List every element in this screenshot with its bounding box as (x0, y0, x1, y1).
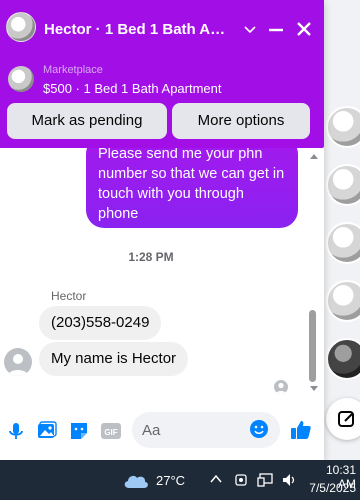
chat-head[interactable] (326, 338, 360, 380)
listing-kind: Marketplace (43, 64, 103, 76)
user-silhouette-icon (276, 382, 286, 394)
marketplace-listing[interactable]: Marketplace $500 · 1 Bed 1 Bath Apartmen… (6, 62, 318, 98)
cloud-icon[interactable] (122, 471, 150, 489)
message-list: Please send me your phn number so that w… (0, 148, 324, 400)
listing-name: $500 · 1 Bed 1 Bath Apartment (43, 81, 222, 96)
emoji-icon[interactable] (249, 419, 269, 439)
more-options-button[interactable]: More options (172, 103, 310, 139)
scrollbar[interactable] (308, 154, 320, 398)
incoming-message: (203)558-0249 (39, 306, 162, 340)
taskbar: 27°C 10:31 AM 7/5/2025 (0, 460, 360, 500)
incoming-message: My name is Hector (39, 342, 189, 376)
svg-text:GIF: GIF (104, 428, 117, 437)
close-icon[interactable] (293, 18, 315, 40)
outgoing-message: Please send me your phn number so that w… (86, 148, 298, 228)
meet-now-icon[interactable] (234, 472, 248, 488)
sender-avatar[interactable] (4, 348, 32, 376)
scroll-thumb[interactable] (309, 310, 316, 382)
clock-date[interactable]: 7/5/2025 (306, 481, 356, 495)
minimize-icon[interactable] (265, 18, 287, 40)
seen-indicator (274, 380, 288, 394)
message-composer: GIF (0, 400, 324, 460)
user-silhouette-icon (8, 354, 28, 376)
chat-title[interactable]: Hector · 1 Bed 1 Bath Apartment (44, 21, 230, 38)
temperature[interactable]: 27°C (156, 473, 185, 488)
chat-head[interactable] (326, 106, 360, 148)
chevron-down-icon[interactable] (239, 18, 261, 40)
photo-icon[interactable] (36, 420, 58, 442)
header-title-row[interactable]: Hector · 1 Bed 1 Bath Apartment (0, 8, 324, 52)
thumbs-up-icon[interactable] (289, 418, 313, 442)
network-icon[interactable] (257, 472, 273, 488)
chat-heads-strip (324, 0, 360, 460)
sender-name: Hector (51, 289, 87, 303)
chevron-up-icon[interactable] (209, 472, 223, 486)
contact-avatar[interactable] (6, 12, 36, 42)
chat-head[interactable] (326, 164, 360, 206)
sticker-icon[interactable] (68, 420, 90, 442)
listing-thumbnail (8, 66, 34, 92)
scroll-down-arrow[interactable] (310, 386, 318, 391)
microphone-icon[interactable] (5, 420, 27, 442)
chat-window: Hector · 1 Bed 1 Bath Apartment Marketpl… (0, 0, 324, 460)
mark-as-pending-button[interactable]: Mark as pending (7, 103, 167, 139)
scroll-up-arrow[interactable] (310, 154, 318, 159)
volume-icon[interactable] (281, 472, 297, 488)
chat-head[interactable] (326, 280, 360, 322)
message-timestamp: 1:28 PM (128, 250, 174, 264)
compose-icon (338, 411, 354, 427)
chat-header: Hector · 1 Bed 1 Bath Apartment Marketpl… (0, 0, 324, 148)
chat-head[interactable] (326, 222, 360, 264)
gif-icon[interactable]: GIF (100, 420, 122, 442)
new-message-button[interactable] (326, 398, 360, 440)
